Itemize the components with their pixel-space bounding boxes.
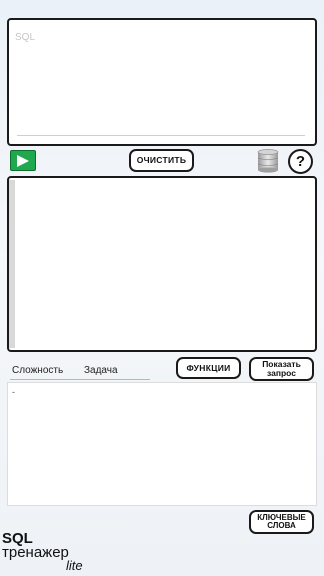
task-text: - xyxy=(12,387,15,397)
help-button[interactable]: ? xyxy=(288,149,313,174)
logo-lite-text: lite xyxy=(66,558,83,573)
show-query-button[interactable]: Показать запрос xyxy=(249,357,314,381)
tabs-underline xyxy=(10,379,150,380)
tab-difficulty[interactable]: Сложность xyxy=(12,360,76,380)
keywords-button[interactable]: КЛЮЧЕВЫЕ СЛОВА xyxy=(249,510,314,534)
sql-editor-panel xyxy=(7,18,317,146)
task-panel: - xyxy=(7,382,317,506)
logo-name-text: тренажер xyxy=(2,544,69,561)
sql-input-underline xyxy=(17,135,305,136)
result-panel xyxy=(7,176,317,352)
sql-input[interactable] xyxy=(11,28,313,134)
run-button[interactable] xyxy=(10,150,36,171)
database-icon[interactable] xyxy=(257,149,279,173)
result-scrollbar[interactable] xyxy=(9,180,15,348)
clear-button[interactable]: ОЧИСТИТЬ xyxy=(129,149,194,172)
app-logo: SQL тренажер lite xyxy=(2,531,98,576)
tab-task[interactable]: Задача xyxy=(84,360,144,380)
play-icon xyxy=(17,154,29,167)
functions-button[interactable]: ФУНКЦИИ xyxy=(176,357,241,379)
